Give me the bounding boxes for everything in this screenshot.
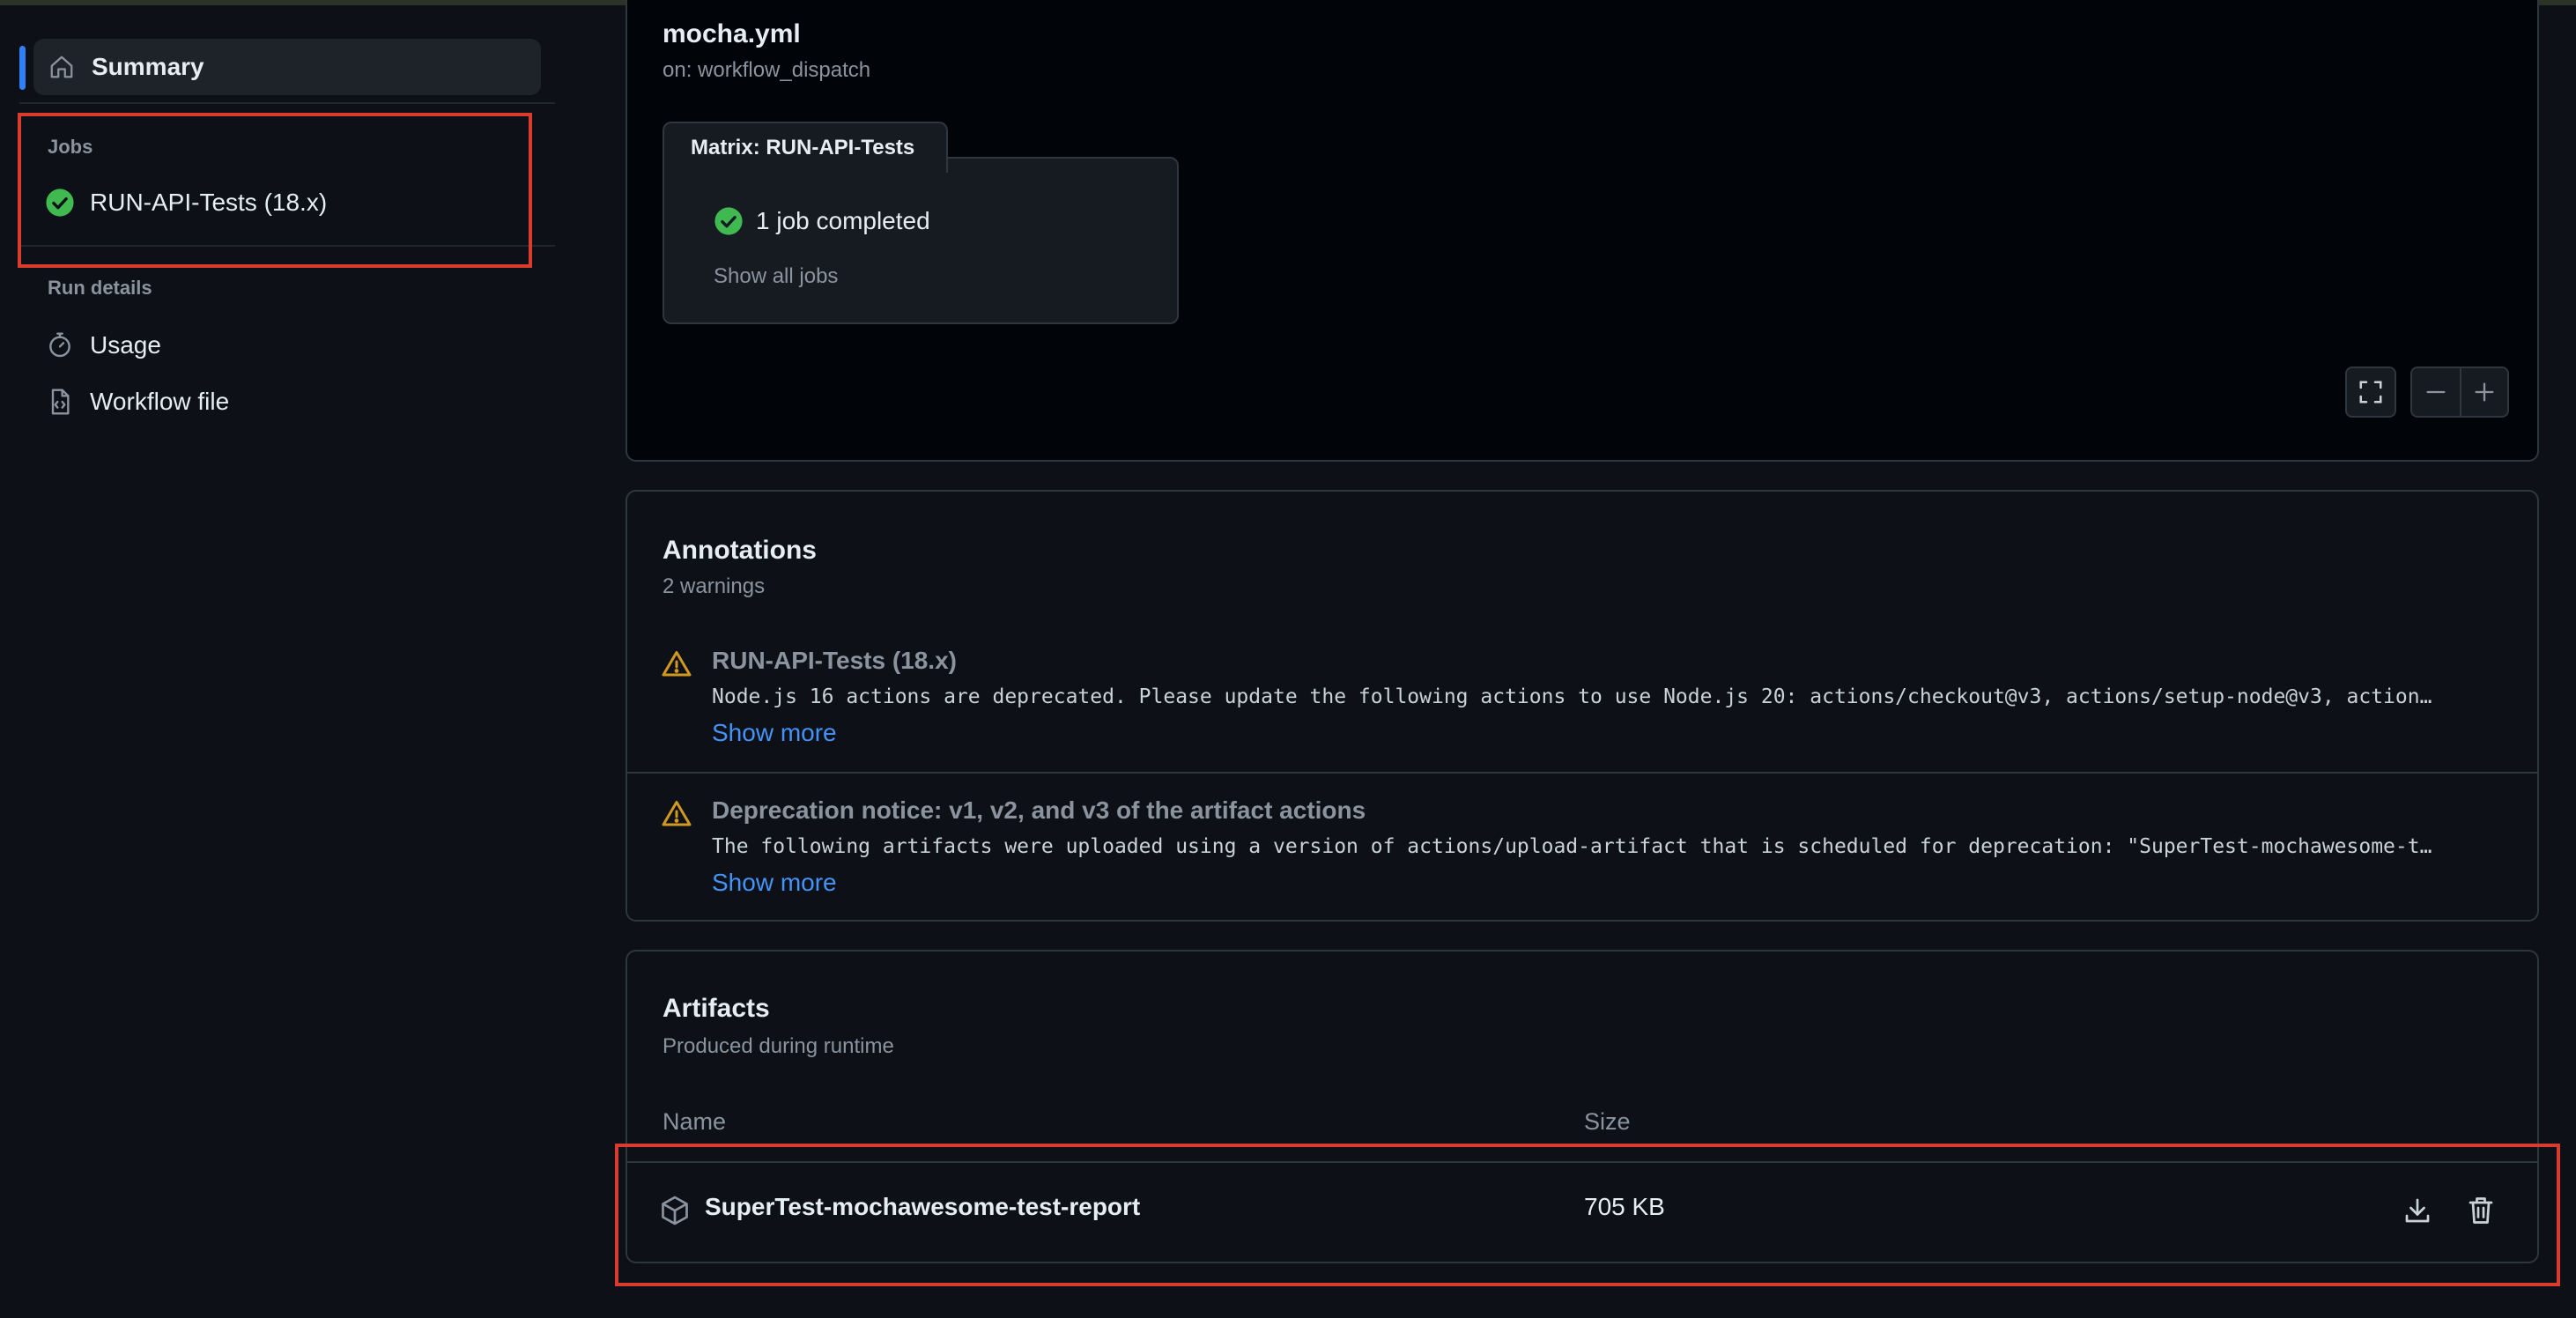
column-header-size: Size — [1584, 1108, 1631, 1135]
workflow-trigger: on: workflow_dispatch — [663, 58, 871, 82]
annotation-item: RUN-API-Tests (18.x) Node.js 16 actions … — [627, 641, 2537, 774]
matrix-tab-join — [664, 157, 946, 160]
sidebar-item-usage[interactable]: Usage — [44, 324, 161, 367]
run-details-heading: Run details — [48, 277, 152, 299]
annotation-title[interactable]: RUN-API-Tests (18.x) — [712, 647, 957, 675]
annotations-count: 2 warnings — [663, 574, 766, 598]
artifacts-title: Artifacts — [663, 994, 770, 1023]
show-more-link[interactable]: Show more — [712, 869, 837, 897]
annotation-item: Deprecation notice: v1, v2, and v3 of th… — [627, 791, 2537, 923]
workflow-name: mocha.yml — [663, 19, 801, 48]
sidebar-item-label: Summary — [92, 53, 204, 80]
stopwatch-icon — [44, 330, 76, 361]
sidebar-item-workflow-file[interactable]: Workflow file — [44, 381, 229, 423]
zoom-out-button[interactable] — [2410, 367, 2460, 418]
annotation-message: Node.js 16 actions are deprecated. Pleas… — [712, 685, 2432, 708]
artifacts-subtitle: Produced during runtime — [663, 1034, 894, 1058]
jobs-completed-text: 1 job completed — [756, 207, 930, 234]
usage-label: Usage — [90, 331, 161, 359]
home-icon — [46, 51, 78, 83]
matrix-tab: Matrix: RUN-API-Tests — [663, 122, 948, 173]
fullscreen-button[interactable] — [2345, 367, 2396, 418]
annotations-title: Annotations — [663, 536, 817, 565]
highlight-box-jobs — [18, 113, 532, 268]
minus-icon — [2426, 390, 2446, 394]
active-indicator — [19, 46, 26, 90]
sidebar-item-summary[interactable]: Summary — [33, 39, 541, 95]
annotations-panel: Annotations 2 warnings RUN-API-Tests (18… — [625, 490, 2539, 922]
column-header-name: Name — [663, 1108, 727, 1135]
divider — [627, 772, 2537, 774]
highlight-box-artifact — [615, 1144, 2560, 1286]
annotation-message: The following artifacts were uploaded us… — [712, 835, 2432, 858]
alert-icon — [662, 651, 692, 677]
fullscreen-icon — [2359, 381, 2382, 404]
check-circle-icon — [714, 207, 743, 235]
jobs-completed: 1 job completed — [714, 206, 930, 236]
plus-icon — [2475, 382, 2494, 402]
alert-icon — [662, 801, 692, 826]
divider — [19, 102, 555, 104]
show-all-jobs-link[interactable]: Show all jobs — [714, 264, 838, 289]
file-code-icon — [44, 386, 76, 418]
matrix-card[interactable]: 1 job completed Show all jobs — [663, 157, 1179, 324]
workflow-file-label: Workflow file — [90, 388, 230, 415]
zoom-in-button[interactable] — [2460, 367, 2509, 418]
annotation-title[interactable]: Deprecation notice: v1, v2, and v3 of th… — [712, 796, 1366, 825]
show-more-link[interactable]: Show more — [712, 719, 837, 747]
workflow-graph-panel: mocha.yml on: workflow_dispatch 1 job co… — [625, 0, 2539, 462]
